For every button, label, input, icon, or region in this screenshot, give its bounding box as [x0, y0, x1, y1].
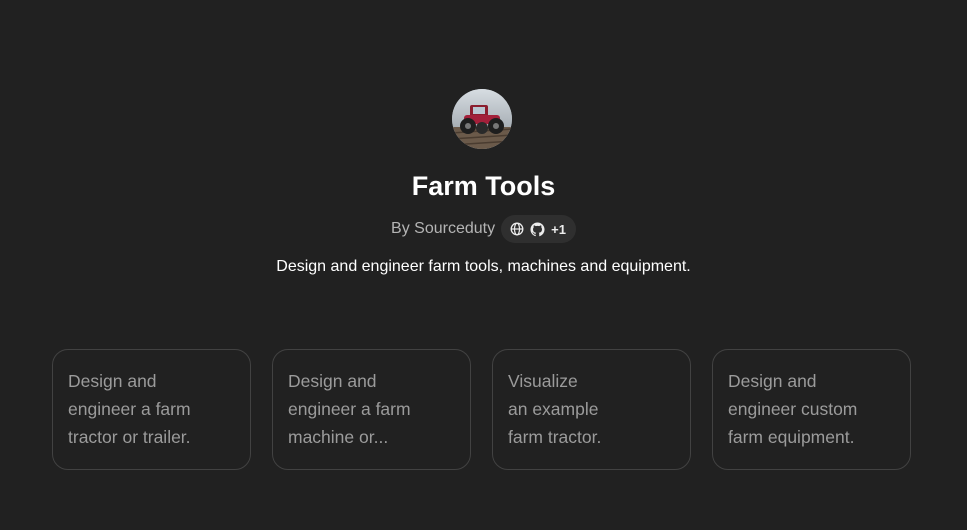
- author-links-badge[interactable]: +1: [501, 215, 576, 243]
- author-row: By Sourceduty +1: [0, 214, 967, 244]
- starter-line: Visualize: [508, 371, 578, 391]
- starter-card[interactable]: Visualize an example farm tractor.: [492, 349, 691, 470]
- starter-line: farm tractor.: [508, 427, 602, 447]
- starter-line: machine or...: [288, 427, 389, 447]
- starter-line: engineer custom: [728, 399, 858, 419]
- extra-links-count: +1: [551, 221, 566, 237]
- globe-icon: [510, 222, 524, 236]
- starter-card[interactable]: Design and engineer a farm machine or...: [272, 349, 471, 470]
- starter-line: farm equipment.: [728, 427, 855, 447]
- starter-line: engineer a farm: [288, 399, 411, 419]
- conversation-starters: Design and engineer a farm tractor or tr…: [52, 349, 911, 470]
- gpt-description: Design and engineer farm tools, machines…: [276, 258, 691, 275]
- tractor-avatar-icon: [452, 89, 512, 149]
- gpt-landing: Farm Tools By Sourceduty +1 Design and e…: [0, 0, 967, 530]
- starter-line: engineer a farm: [68, 399, 191, 419]
- starter-line: tractor or trailer.: [68, 427, 191, 447]
- starter-line: Design and: [68, 371, 157, 391]
- github-icon: [530, 221, 545, 236]
- author-byline: By Sourceduty: [391, 220, 496, 237]
- starter-line: an example: [508, 399, 599, 419]
- starter-card[interactable]: Design and engineer custom farm equipmen…: [712, 349, 911, 470]
- starter-card[interactable]: Design and engineer a farm tractor or tr…: [52, 349, 251, 470]
- starter-line: Design and: [288, 371, 377, 391]
- gpt-avatar: [452, 89, 512, 149]
- starter-line: Design and: [728, 371, 817, 391]
- gpt-title: Farm Tools: [411, 171, 556, 201]
